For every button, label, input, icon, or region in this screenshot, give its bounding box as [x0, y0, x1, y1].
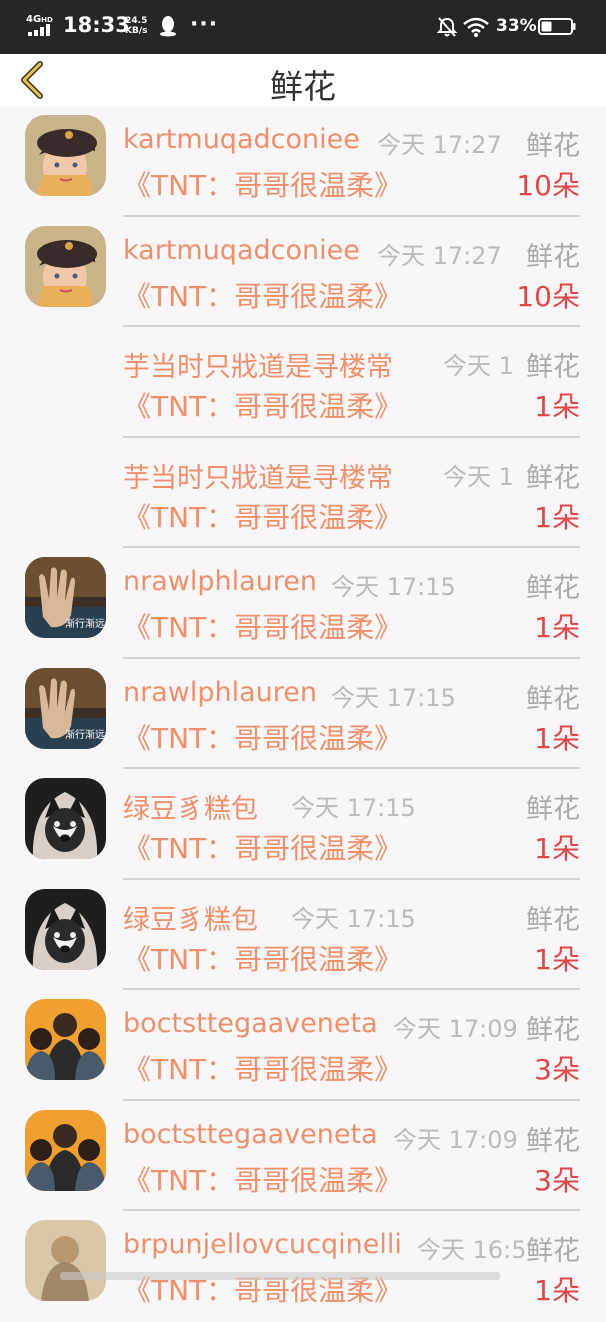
list-item[interactable]: 芋当时只戕道是寻楼常 今天 1 鲜花 《TNT：哥哥很温柔》 1朵: [0, 438, 606, 548]
avatar[interactable]: [25, 1109, 106, 1191]
sender-name: nrawlphlauren: [123, 566, 317, 597]
avatar[interactable]: [25, 1220, 106, 1301]
network-speed: 24.5 KB/s: [125, 16, 148, 36]
song-title: 《TNT：哥哥很温柔》: [123, 169, 403, 202]
song-title: 《TNT：哥哥很温柔》: [123, 832, 403, 865]
gift-type: 鲜花: [526, 573, 580, 604]
sender-name: 绿豆豸糕包: [123, 904, 258, 936]
clock: 18:33: [63, 13, 130, 37]
sender-name: 芋当时只戕道是寻楼常: [123, 352, 393, 383]
list-item[interactable]: brpunjellovcucqinelli 今天 16:5 鲜花 《TNT：哥哥…: [0, 1211, 606, 1322]
battery-icon: [538, 18, 576, 35]
gift-list: kartmuqadconiee 今天 17:27 鲜花 《TNT：哥哥很温柔》 …: [0, 106, 606, 1322]
sender-name: brpunjellovcucqinelli: [123, 1229, 402, 1260]
bottom-fade: [60, 1272, 500, 1280]
gift-count: 1朵: [534, 832, 580, 865]
signal-icon: [28, 24, 56, 36]
timestamp: 今天 17:09: [393, 1125, 518, 1154]
gift-count: 1朵: [534, 390, 580, 423]
gift-count: 1朵: [534, 721, 580, 755]
gift-type: 鲜花: [526, 131, 580, 162]
list-item[interactable]: boctsttegaaveneta 今天 17:09 鲜花 《TNT：哥哥很温柔…: [0, 990, 606, 1101]
app-header: 鲜花: [0, 54, 606, 106]
list-item[interactable]: boctsttegaaveneta 今天 17:09 鲜花 《TNT：哥哥很温柔…: [0, 1101, 606, 1211]
song-title: 《TNT：哥哥很温柔》: [123, 279, 403, 313]
mute-icon: [436, 17, 458, 37]
avatar-caption: 渐行渐远: [65, 617, 105, 630]
sender-name: kartmuqadconiee: [123, 234, 360, 266]
timestamp: 今天 17:15: [291, 794, 416, 822]
timestamp: 今天 17:09: [393, 1015, 518, 1043]
gift-count: 3朵: [534, 1053, 580, 1086]
list-item[interactable]: 绿豆豸糕包 今天 17:15 鲜花 《TNT：哥哥很温柔》 1朵: [0, 769, 606, 880]
song-title: 《TNT：哥哥很温柔》: [123, 611, 403, 644]
timestamp: 今天 17:15: [291, 904, 416, 933]
gift-type: 鲜花: [526, 683, 580, 715]
timestamp: 今天 17:27: [377, 131, 502, 159]
song-title: 《TNT：哥哥很温柔》: [123, 942, 403, 976]
song-title: 《TNT：哥哥很温柔》: [123, 721, 403, 755]
more-indicator: ···: [190, 12, 219, 37]
gift-type: 鲜花: [526, 1236, 580, 1267]
list-item[interactable]: 绿豆豸糕包 今天 17:15 鲜花 《TNT：哥哥很温柔》 1朵: [0, 880, 606, 990]
gift-count: 3朵: [534, 1163, 580, 1197]
list-item[interactable]: 渐行渐远 nrawlphlauren 今天 17:15 鲜花 《TNT：哥哥很温…: [0, 659, 606, 769]
song-title: 《TNT：哥哥很温柔》: [123, 1163, 403, 1197]
list-item[interactable]: 渐行渐远 nrawlphlauren 今天 17:15 鲜花 《TNT：哥哥很温…: [0, 548, 606, 659]
gift-count: 1朵: [534, 1274, 580, 1307]
list-item[interactable]: kartmuqadconiee 今天 17:27 鲜花 《TNT：哥哥很温柔》 …: [0, 217, 606, 327]
gift-count: 10朵: [516, 169, 580, 202]
gift-count: 1朵: [534, 942, 580, 976]
gift-count: 1朵: [534, 611, 580, 644]
sender-name: boctsttegaaveneta: [123, 1118, 378, 1150]
avatar[interactable]: 渐行渐远: [25, 557, 106, 638]
gift-type: 鲜花: [526, 462, 580, 494]
sender-name: kartmuqadconiee: [123, 124, 360, 155]
list-item[interactable]: 芋当时只戕道是寻楼常 今天 1 鲜花 《TNT：哥哥很温柔》 1朵: [0, 327, 606, 438]
gift-type: 鲜花: [526, 1125, 580, 1157]
status-bar: 4GHD 18:33 24.5 KB/s ··· 33%: [0, 0, 606, 54]
avatar[interactable]: [25, 778, 106, 859]
wifi-icon: [463, 17, 489, 37]
page-title: 鲜花: [270, 67, 336, 106]
timestamp: 今天 1: [443, 462, 514, 491]
sender-name: boctsttegaaveneta: [123, 1008, 378, 1039]
timestamp: 今天 17:15: [331, 683, 456, 712]
avatar[interactable]: [25, 999, 106, 1080]
gift-type: 鲜花: [526, 1015, 580, 1046]
gift-count: 10朵: [516, 279, 580, 313]
sender-name: 芋当时只戕道是寻楼常: [123, 462, 393, 494]
avatar[interactable]: [25, 115, 106, 196]
qq-icon: [160, 16, 176, 37]
timestamp: 今天 1: [443, 352, 514, 380]
avatar[interactable]: 渐行渐远: [25, 667, 106, 749]
gift-type: 鲜花: [526, 352, 580, 383]
gift-type: 鲜花: [526, 241, 580, 273]
avatar[interactable]: [25, 888, 106, 970]
timestamp: 今天 16:5: [417, 1236, 527, 1264]
gift-type: 鲜花: [526, 794, 580, 825]
gift-type: 鲜花: [526, 904, 580, 936]
avatar-caption: 渐行渐远: [65, 728, 105, 741]
avatar[interactable]: [25, 225, 106, 307]
list-item[interactable]: kartmuqadconiee 今天 17:27 鲜花 《TNT：哥哥很温柔》 …: [0, 106, 606, 217]
timestamp: 今天 17:15: [331, 573, 456, 601]
timestamp: 今天 17:27: [377, 241, 502, 270]
gift-count: 1朵: [534, 500, 580, 534]
song-title: 《TNT：哥哥很温柔》: [123, 1053, 403, 1086]
sender-name: nrawlphlauren: [123, 676, 317, 708]
song-title: 《TNT：哥哥很温柔》: [123, 500, 403, 534]
song-title: 《TNT：哥哥很温柔》: [123, 390, 403, 423]
sender-name: 绿豆豸糕包: [123, 794, 258, 825]
battery-percent: 33%: [496, 16, 537, 36]
